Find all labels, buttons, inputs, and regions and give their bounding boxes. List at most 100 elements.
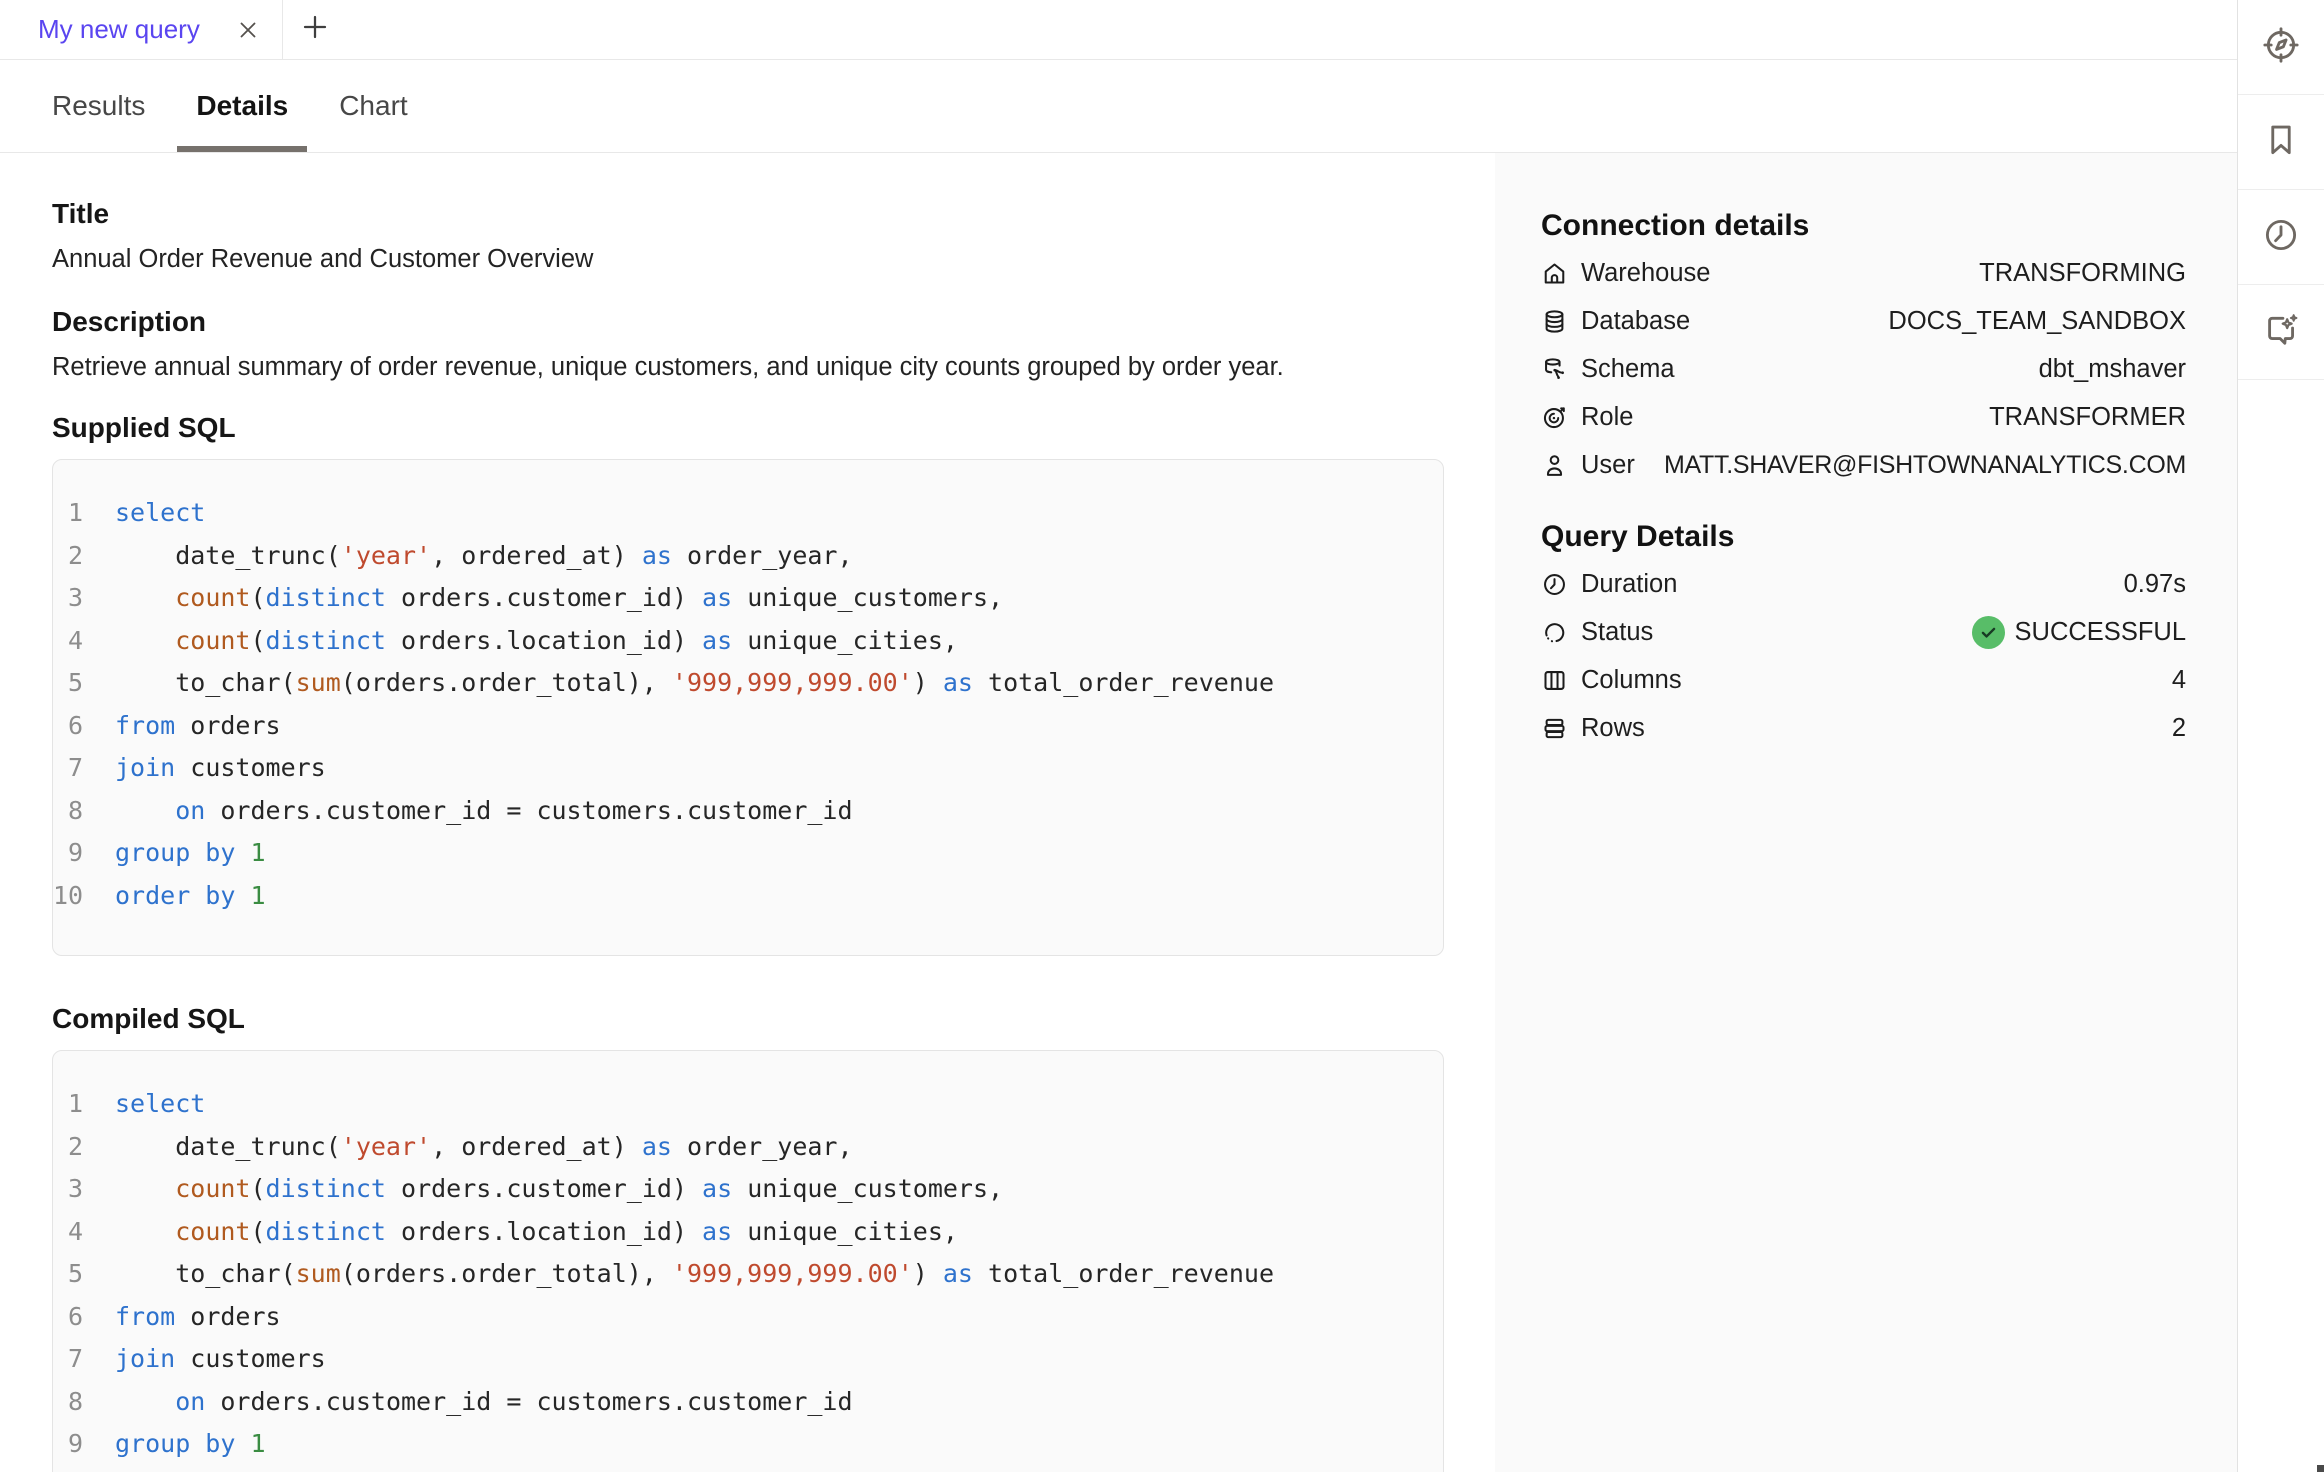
code-line: 1select — [53, 1083, 1443, 1126]
details-sidebar: Connection details Warehouse TRANSFORMIN… — [1495, 153, 2237, 1472]
line-number: 6 — [53, 1296, 115, 1339]
table-row: Warehouse TRANSFORMING — [1541, 249, 2186, 297]
tab-details[interactable]: Details — [177, 60, 307, 152]
history-button[interactable] — [2238, 190, 2324, 285]
query-details-heading: Query Details — [1541, 518, 2186, 556]
tab-details-label: Details — [196, 90, 288, 122]
row-value: dbt_mshaver — [2039, 355, 2186, 384]
code-line: 8 on orders.customer_id = customers.cust… — [53, 1381, 1443, 1424]
code-line: 2 date_trunc('year', ordered_at) as orde… — [53, 1126, 1443, 1169]
code-line: 6from orders — [53, 705, 1443, 748]
description-value: Retrieve annual summary of order revenue… — [52, 352, 1444, 383]
line-number: 6 — [53, 705, 115, 748]
table-row: Columns 4 — [1541, 656, 2186, 704]
line-number: 10 — [53, 1466, 115, 1472]
success-check-icon — [1972, 616, 2005, 649]
corner-artifact — [2317, 1465, 2324, 1472]
table-row: Role TRANSFORMER — [1541, 393, 2186, 441]
details-main: Title Annual Order Revenue and Customer … — [0, 153, 1495, 1472]
supplied-sql-heading: Supplied SQL — [52, 411, 1444, 445]
bookmark-icon — [2262, 121, 2300, 164]
line-number: 10 — [53, 875, 115, 918]
line-number: 3 — [53, 577, 115, 620]
table-row: Schema dbt_mshaver — [1541, 345, 2186, 393]
code-line: 3 count(distinct orders.customer_id) as … — [53, 577, 1443, 620]
close-icon[interactable] — [236, 18, 260, 42]
row-label: User — [1581, 451, 1635, 480]
line-number: 4 — [53, 620, 115, 663]
code-line: 2 date_trunc('year', ordered_at) as orde… — [53, 535, 1443, 578]
compiled-sql-code[interactable]: 1select2 date_trunc('year', ordered_at) … — [52, 1050, 1444, 1472]
supplied-sql-code[interactable]: 1select2 date_trunc('year', ordered_at) … — [52, 459, 1444, 956]
code-line: 10order by 1 — [53, 875, 1443, 918]
duration-icon — [1541, 571, 1568, 598]
new-tab-button[interactable] — [283, 0, 347, 59]
code-line: 5 to_char(sum(orders.order_total), '999,… — [53, 1253, 1443, 1296]
explore-button[interactable] — [2238, 0, 2324, 95]
row-label: Warehouse — [1581, 259, 1710, 288]
app-window: My new query Results Details — [0, 0, 2324, 1472]
code-line: 3 count(distinct orders.customer_id) as … — [53, 1168, 1443, 1211]
database-icon — [1541, 308, 1568, 335]
editor-chrome: My new query Results Details — [0, 0, 2237, 1472]
line-number: 7 — [53, 747, 115, 790]
code-line: 10order by 1 — [53, 1466, 1443, 1472]
table-row: Rows 2 — [1541, 704, 2186, 752]
schema-icon — [1541, 356, 1568, 383]
line-number: 2 — [53, 535, 115, 578]
user-icon — [1541, 452, 1568, 479]
warehouse-icon — [1541, 260, 1568, 287]
row-value: DOCS_TEAM_SANDBOX — [1888, 307, 2186, 336]
query-rows: Duration 0.97s Status — [1541, 560, 2186, 752]
columns-icon — [1541, 667, 1568, 694]
history-icon — [2262, 216, 2300, 259]
code-line: 6from orders — [53, 1296, 1443, 1339]
ai-chat-icon — [2262, 311, 2300, 354]
tab-my-new-query[interactable]: My new query — [0, 0, 283, 59]
line-number: 1 — [53, 492, 115, 535]
table-row: Database DOCS_TEAM_SANDBOX — [1541, 297, 2186, 345]
tab-chart[interactable]: Chart — [320, 60, 426, 152]
line-number: 8 — [53, 790, 115, 833]
row-value: MATT.SHAVER@FISHTOWNANALYTICS.COM — [1664, 451, 2186, 480]
connection-rows: Warehouse TRANSFORMING Database DOCS_TEA… — [1541, 249, 2186, 489]
code-line: 4 count(distinct orders.location_id) as … — [53, 620, 1443, 663]
line-number: 8 — [53, 1381, 115, 1424]
query-tabstrip: My new query — [0, 0, 2237, 60]
plus-icon — [300, 12, 330, 47]
row-label: Rows — [1581, 714, 1645, 743]
row-value: TRANSFORMER — [1989, 403, 2186, 432]
row-label: Database — [1581, 307, 1690, 336]
row-value: 2 — [2172, 714, 2186, 743]
code-line: 9group by 1 — [53, 832, 1443, 875]
content-area: Title Annual Order Revenue and Customer … — [0, 153, 2237, 1472]
line-number: 9 — [53, 832, 115, 875]
compiled-sql-heading: Compiled SQL — [52, 1002, 1444, 1036]
row-value: TRANSFORMING — [1979, 259, 2186, 288]
row-label: Columns — [1581, 666, 1682, 695]
row-label: Status — [1581, 618, 1653, 647]
compass-icon — [2262, 26, 2300, 69]
bookmarks-button[interactable] — [2238, 95, 2324, 190]
line-number: 2 — [53, 1126, 115, 1169]
status-icon — [1541, 619, 1568, 646]
tab-results[interactable]: Results — [33, 60, 164, 152]
code-line: 8 on orders.customer_id = customers.cust… — [53, 790, 1443, 833]
line-number: 1 — [53, 1083, 115, 1126]
view-subtabs: Results Details Chart — [0, 60, 2237, 153]
table-row: Status SUCCESSFUL — [1541, 608, 2186, 656]
description-heading: Description — [52, 305, 1444, 339]
role-icon — [1541, 404, 1568, 431]
ai-assistant-button[interactable] — [2238, 285, 2324, 380]
row-value: 4 — [2172, 666, 2186, 695]
code-line: 9group by 1 — [53, 1423, 1443, 1466]
table-row: User MATT.SHAVER@FISHTOWNANALYTICS.COM — [1541, 441, 2186, 489]
code-line: 1select — [53, 492, 1443, 535]
row-label: Duration — [1581, 570, 1677, 599]
rows-icon — [1541, 715, 1568, 742]
row-value: 0.97s — [2124, 570, 2186, 599]
code-line: 5 to_char(sum(orders.order_total), '999,… — [53, 662, 1443, 705]
code-line: 7join customers — [53, 1338, 1443, 1381]
row-label: Schema — [1581, 355, 1675, 384]
tab-title: My new query — [38, 14, 200, 45]
